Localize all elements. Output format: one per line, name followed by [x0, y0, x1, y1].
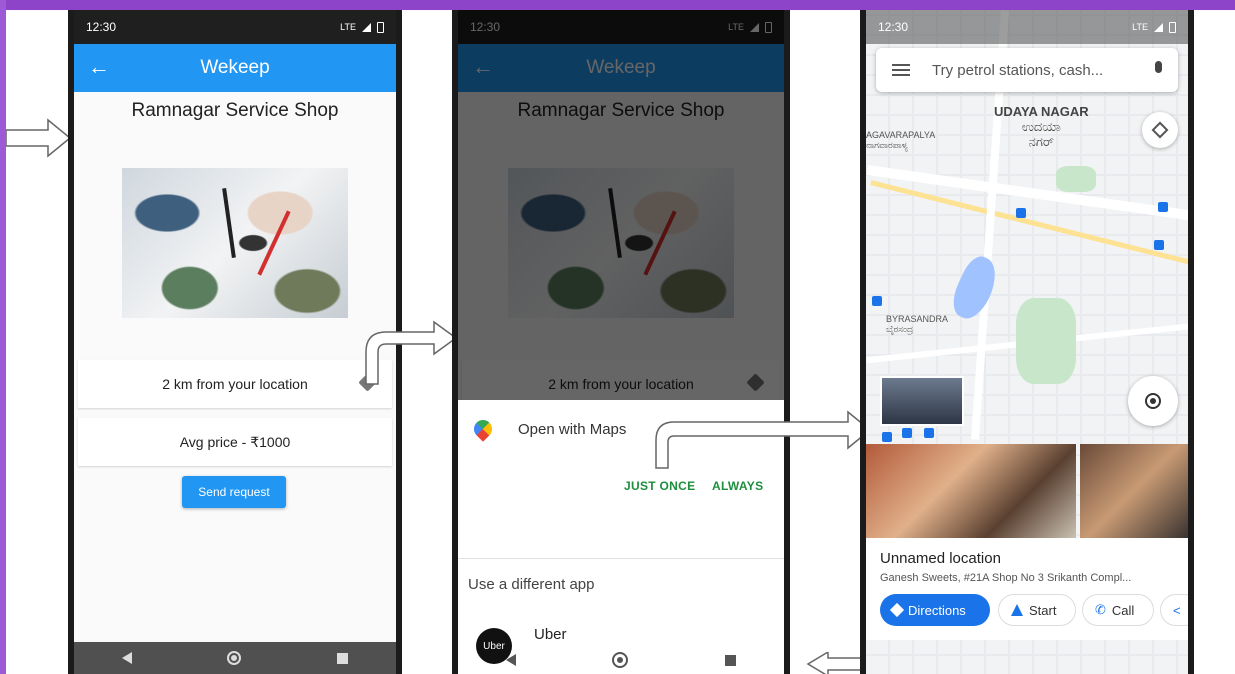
layers-icon [1151, 121, 1169, 139]
shop-title: Ramnagar Service Shop [131, 100, 339, 121]
app-title: Wekeep [200, 57, 270, 78]
start-label: Start [1029, 602, 1057, 618]
arrow-to-chooser [365, 320, 458, 385]
nav-back-icon[interactable] [121, 652, 132, 664]
directions-label: Directions [908, 602, 966, 618]
send-request-button[interactable]: Send request [182, 476, 286, 508]
share-icon: < [1173, 602, 1181, 618]
always-button[interactable]: ALWAYS [712, 479, 763, 493]
lte-icon-3: LTE [1132, 22, 1148, 32]
bus-stop-icon[interactable] [902, 428, 912, 438]
call-button[interactable]: ✆ Call [1082, 594, 1154, 626]
area-label-byr-kn: ಬೈರಸಂದ್ರ [886, 324, 914, 334]
bus-stop-icon[interactable] [924, 428, 934, 438]
mic-icon[interactable] [1155, 61, 1162, 73]
place-address: Ganesh Sweets, #21A Shop No 3 Srikanth C… [880, 572, 1132, 584]
battery-icon [377, 21, 384, 33]
share-button[interactable]: < [1160, 594, 1188, 626]
place-title: Unnamed location [880, 550, 1001, 567]
area-label-udaya: UDAYA NAGAR ಉದಯಾ ನಗರ್ [994, 104, 1089, 149]
status-bar-3: 12:30 LTE [866, 10, 1188, 44]
nav-recents-icon-2[interactable] [724, 654, 736, 666]
area-label-udaya-kn2: ನಗರ್ [1028, 134, 1054, 149]
nav-home-icon[interactable] [227, 651, 242, 665]
status-bar: 12:30 LTE [74, 10, 396, 44]
phone-app-screen: 12:30 LTE ← Wekeep Ramnagar Service Shop… [68, 10, 402, 674]
bus-stop-icon[interactable] [872, 296, 882, 306]
bus-stop-icon[interactable] [1154, 240, 1164, 250]
area-label-udaya-kn: ಉದಯಾ [1021, 119, 1061, 134]
battery-icon-3 [1169, 21, 1176, 33]
arrow-to-maps [655, 410, 872, 469]
just-once-button[interactable]: JUST ONCE [624, 479, 695, 493]
area-label-left-kn: ನಾಗವಾರಪಾಳ್ಯ [866, 140, 908, 150]
phone-icon: ✆ [1095, 602, 1106, 617]
signal-icon-3 [1154, 22, 1163, 32]
app-screen: 12:30 LTE ← Wekeep Ramnagar Service Shop… [74, 10, 396, 674]
place-photos[interactable] [866, 444, 1188, 538]
maps-search-box[interactable]: Try petrol stations, cash... [876, 48, 1178, 92]
start-button[interactable]: Start [998, 594, 1076, 626]
layers-button[interactable] [1142, 112, 1178, 148]
distance-text: 2 km from your location [162, 376, 308, 392]
my-location-button[interactable] [1128, 376, 1178, 426]
area-label-left-en: AGAVARAPALYA [866, 130, 936, 140]
nav-bar [74, 642, 396, 674]
area-label-left: AGAVARAPALYA ನಾಗವಾರಪಾಳ್ಯ [866, 130, 935, 151]
nav-recents-icon[interactable] [337, 652, 349, 664]
directions-diamond-icon [889, 602, 905, 618]
sheet-divider [458, 558, 784, 559]
phone-chooser-screen: 12:30 LTE ← Wekeep Ramnagar Service Shop… [452, 10, 790, 674]
directions-button[interactable]: Directions [880, 594, 990, 626]
lte-icon: LTE [340, 22, 356, 32]
different-app-label: Use a different app [468, 576, 595, 593]
area-label-udaya-en: UDAYA NAGAR [994, 104, 1089, 119]
phone-maps-screen: 12:30 LTE Try petrol stations, cash... U… [860, 10, 1194, 674]
signal-icon [362, 22, 371, 32]
top-border [0, 0, 1235, 10]
nav-back-icon-2[interactable] [506, 654, 517, 666]
place-card: Unnamed location Ganesh Sweets, #21A Sho… [866, 538, 1188, 640]
chooser-title: Open with Maps [518, 421, 627, 438]
area-label-byrasandra: BYRASANDRA ಬೈರಸಂದ್ರ [886, 314, 948, 335]
place-photo-1[interactable] [866, 444, 1076, 538]
distance-card[interactable]: 2 km from your location [78, 360, 392, 408]
price-text: Avg price - ₹1000 [179, 433, 291, 450]
bus-stop-icon[interactable] [1158, 202, 1168, 212]
status-time-3: 12:30 [878, 20, 909, 34]
maps-screen: 12:30 LTE Try petrol stations, cash... U… [866, 10, 1188, 674]
my-location-icon [1145, 393, 1161, 409]
area-label-byr-en: BYRASANDRA [886, 314, 949, 324]
arrow-into-app [6, 118, 72, 158]
bus-stop-icon[interactable] [882, 432, 892, 442]
google-maps-icon [470, 416, 496, 442]
call-label: Call [1111, 602, 1135, 618]
uber-app-label[interactable]: Uber [534, 626, 567, 643]
chooser-screen: 12:30 LTE ← Wekeep Ramnagar Service Shop… [458, 10, 784, 674]
nav-home-icon-2[interactable] [612, 652, 629, 668]
status-time: 12:30 [86, 20, 117, 34]
street-view-thumbnail[interactable] [880, 376, 964, 426]
shop-image [122, 168, 348, 318]
left-border [0, 0, 6, 674]
probe-red [257, 210, 291, 276]
nav-bar-2 [458, 646, 784, 674]
search-placeholder[interactable]: Try petrol stations, cash... [932, 62, 1103, 79]
place-photo-2[interactable] [1080, 444, 1188, 538]
bus-stop-icon[interactable] [1016, 208, 1026, 218]
probe-black [222, 188, 236, 258]
menu-icon[interactable] [892, 64, 910, 76]
price-card: Avg price - ₹1000 [78, 418, 392, 466]
app-bar: ← Wekeep [74, 44, 396, 92]
back-arrow-icon[interactable]: ← [88, 54, 110, 80]
navigation-arrow-icon [1011, 604, 1023, 616]
